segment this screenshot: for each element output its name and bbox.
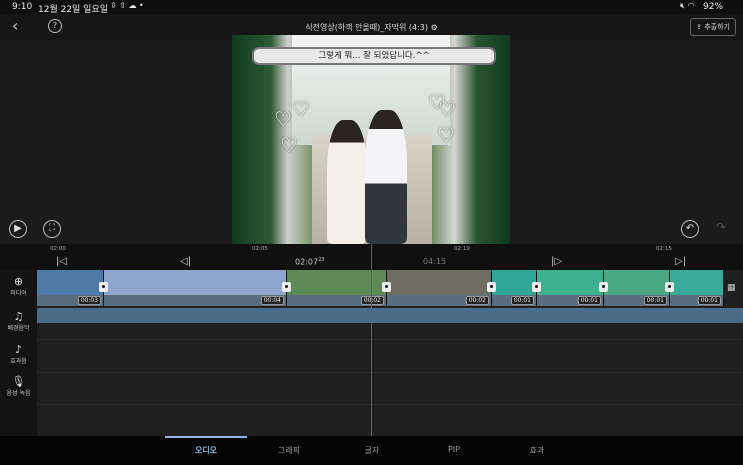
skip-to-end-icon[interactable]: ▷| <box>675 256 686 267</box>
heart-icon: ♡ <box>280 133 298 157</box>
sidebar-item-bgm[interactable]: ♫ 배경음악 <box>0 310 37 332</box>
previous-frame-icon[interactable]: ◁| <box>180 256 191 267</box>
heart-icon: ♡ <box>292 97 310 121</box>
transition-button[interactable] <box>99 282 108 292</box>
heart-icon: ♡ <box>438 97 456 121</box>
transition-button[interactable] <box>665 282 674 292</box>
sound-effect-icon: ♪ <box>14 343 23 356</box>
sidebar-label: 미디어 <box>10 290 27 297</box>
clip-duration: 00:01 <box>510 296 534 305</box>
project-title[interactable]: 식전영상(하객 안올때)_자막위 (4:3) ⚙ <box>0 22 743 33</box>
battery-level: 92% <box>703 2 724 12</box>
plus-circle-icon: ⊕ <box>13 275 24 288</box>
bride-figure <box>327 120 367 244</box>
transition-button[interactable] <box>282 282 291 292</box>
ruler-tick: 02:05 <box>252 246 268 252</box>
sidebar-label: 음성 녹음 <box>6 390 31 397</box>
media-clip[interactable]: 00:01 <box>604 270 670 306</box>
subtitle-box[interactable]: 그렇게 뭐... 잘 되었답니다.^^ <box>252 47 496 65</box>
sidebar-item-sound-effect[interactable]: ♪ 효과음 <box>0 343 37 365</box>
undo-button[interactable]: ↶ <box>681 220 699 238</box>
groom-figure <box>365 110 407 244</box>
clip-duration: 00:02 <box>465 296 489 305</box>
ruler-tick: 02:00 <box>50 246 66 252</box>
track-divider <box>37 404 743 405</box>
track-options-icon[interactable]: ▦ <box>727 283 736 293</box>
media-clip[interactable]: 00:03 <box>37 270 104 306</box>
export-icon: ⇪ <box>696 23 702 31</box>
transition-button[interactable] <box>532 282 541 292</box>
media-clip[interactable]: 00:01 <box>670 270 724 306</box>
tab-graphic[interactable]: 그래픽 <box>249 445 329 456</box>
microphone-icon: 🎙︎ <box>11 375 26 388</box>
sidebar-item-media[interactable]: ⊕ 미디어 <box>0 275 37 297</box>
next-frame-icon[interactable]: |▷ <box>551 256 562 267</box>
tab-text[interactable]: 글자 <box>332 445 412 456</box>
transition-button[interactable] <box>599 282 608 292</box>
video-preview[interactable]: 그렇게 뭐... 잘 되었답니다.^^ ♡ ♡ ♡ ♡ ♡ ♡ <box>232 35 510 244</box>
clip-duration: 00:01 <box>577 296 601 305</box>
audio-track-clip[interactable] <box>37 308 743 323</box>
tab-audio[interactable]: 오디오 <box>166 445 246 456</box>
upload-icons: ⇧ ⇧ ☁ • <box>110 1 144 10</box>
tab-pip[interactable]: PIP <box>414 445 494 454</box>
export-button[interactable]: ⇪ 추출하기 <box>690 18 736 36</box>
heart-icon: ♡ <box>274 107 292 131</box>
clip-duration: 00:03 <box>77 296 101 305</box>
sidebar-label: 효과음 <box>10 358 27 365</box>
mute-wifi-icons: 🔇︎ ◠ <box>680 1 695 10</box>
status-time: 9:10 <box>12 2 33 12</box>
transition-button[interactable] <box>487 282 496 292</box>
export-label: 추출하기 <box>704 23 730 31</box>
media-clip[interactable]: 00:02 <box>387 270 492 306</box>
current-time-value: 02:07 <box>295 257 319 267</box>
project-title-text: 식전영상(하객 안올때)_자막위 (4:3) <box>305 23 429 32</box>
status-bar: 9:10 12월 22일 일요일 ⇧ ⇧ ☁ • 🔇︎ ◠ 92% <box>0 0 743 15</box>
total-time: 04:15 <box>423 257 447 266</box>
media-clip[interactable]: 00:01 <box>492 270 537 306</box>
music-note-icon: ♫ <box>13 310 24 323</box>
play-button[interactable]: ▶ <box>9 220 27 238</box>
track-divider <box>37 339 743 340</box>
tab-effect[interactable]: 효과 <box>497 445 577 456</box>
media-clip[interactable]: 00:04 <box>104 270 287 306</box>
fullscreen-button[interactable]: ⛶ <box>43 220 61 238</box>
bottom-tab-bar: 오디오 그래픽 글자 PIP 효과 <box>0 436 743 465</box>
heart-icon: ♡ <box>437 123 455 147</box>
timeline-tracks[interactable]: 00:03 00:04 00:02 00:02 00:01 00:01 00:01 00:01… <box>37 270 743 436</box>
active-tab-indicator <box>165 436 247 438</box>
current-time: 02:0723 <box>295 257 324 267</box>
clip-duration: 00:01 <box>643 296 667 305</box>
sidebar-label: 배경음악 <box>7 325 30 332</box>
clip-duration: 00:02 <box>360 296 384 305</box>
clip-duration: 00:01 <box>697 296 721 305</box>
transition-button[interactable] <box>382 282 391 292</box>
media-clip[interactable]: 00:01 <box>537 270 604 306</box>
gear-icon[interactable]: ⚙ <box>431 23 438 32</box>
ruler-tick: 02:10 <box>454 246 470 252</box>
track-sidebar: ⊕ 미디어 ♫ 배경음악 ♪ 효과음 🎙︎ 음성 녹음 <box>0 270 37 436</box>
ruler-tick: 02:15 <box>656 246 672 252</box>
current-frame: 23 <box>318 257 325 263</box>
sidebar-item-voice-record[interactable]: 🎙︎ 음성 녹음 <box>0 375 37 397</box>
playhead[interactable] <box>371 244 372 436</box>
media-clip[interactable]: 00:02 <box>287 270 387 306</box>
redo-button[interactable]: ↷ <box>716 220 726 234</box>
clip-duration: 00:04 <box>260 296 284 305</box>
skip-to-start-icon[interactable]: |◁ <box>56 256 67 267</box>
track-divider <box>37 372 743 373</box>
